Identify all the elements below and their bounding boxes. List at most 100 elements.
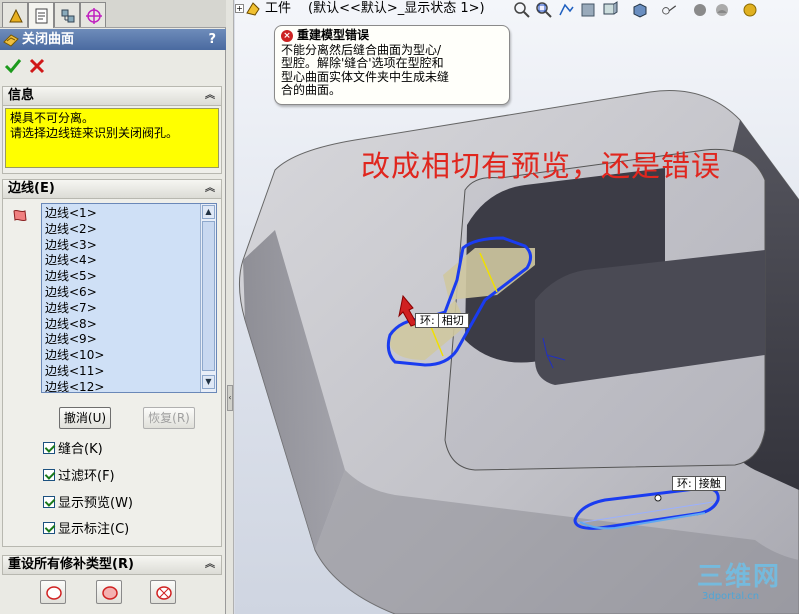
no-fill-patch-icon bbox=[156, 586, 172, 600]
edit-appearance-icon[interactable] bbox=[691, 1, 709, 19]
loop-label-value: 接触 bbox=[698, 477, 721, 490]
error-title: 重建模型错误 bbox=[297, 28, 370, 42]
checkbox-checked[interactable] bbox=[43, 469, 55, 481]
edge-list-item[interactable]: 边线<1> bbox=[45, 206, 104, 222]
feature-title-bar: 关闭曲面 ? bbox=[0, 29, 226, 50]
edge-list-item[interactable]: 边线<2> bbox=[45, 222, 104, 238]
edges-group-header[interactable]: 边线(E) ︽ bbox=[2, 179, 222, 199]
property-manager-panel: 关闭曲面 ? 信息 ︽ 模具不可分离。 请选择边线链来识别关闭阀孔。 边线(E)… bbox=[0, 0, 226, 614]
panel-splitter[interactable]: ‹ bbox=[226, 0, 234, 614]
edge-list-item[interactable]: 边线<9> bbox=[45, 332, 104, 348]
panel-tabs bbox=[0, 0, 226, 28]
tab-feature-manager[interactable] bbox=[2, 2, 28, 27]
edge-selection-list[interactable]: 边线<1> 边线<2> 边线<3> 边线<4> 边线<5> 边线<6> 边线<7> 边线<8>… bbox=[41, 203, 217, 393]
ok-cancel-bar bbox=[0, 51, 226, 81]
info-message: 模具不可分离。 请选择边线链来识别关闭阀孔。 bbox=[5, 108, 219, 168]
stitch-checkbox[interactable]: 缝合(K) bbox=[43, 441, 103, 459]
help-button[interactable]: ? bbox=[208, 29, 216, 50]
edge-list-item[interactable]: 边线<7> bbox=[45, 301, 104, 317]
patch-tangent-button[interactable] bbox=[96, 580, 122, 604]
info-group: 模具不可分离。 请选择边线链来识别关闭阀孔。 bbox=[2, 106, 222, 174]
reset-patch-types-header[interactable]: 重设所有修补类型(R) ︽ bbox=[2, 555, 222, 575]
edge-list-item[interactable]: 边线<11> bbox=[45, 364, 104, 380]
show-preview-label: 显示预览(W) bbox=[58, 496, 133, 511]
show-callouts-label: 显示标注(C) bbox=[58, 522, 130, 537]
filter-loops-checkbox[interactable]: 过滤环(F) bbox=[43, 468, 115, 486]
scroll-thumb[interactable] bbox=[202, 221, 215, 371]
checkbox-checked[interactable] bbox=[43, 496, 55, 508]
loop-label-key: 环: bbox=[420, 314, 435, 327]
contact-patch-icon bbox=[46, 586, 62, 600]
edge-list-item[interactable]: 边线<12> bbox=[45, 380, 104, 392]
part-icon bbox=[246, 2, 260, 16]
filter-loops-label: 过滤环(F) bbox=[58, 469, 115, 484]
watermark-url: 3dportal.cn bbox=[702, 591, 760, 602]
collapse-icon[interactable]: ︽ bbox=[205, 87, 215, 105]
scroll-down-icon[interactable]: ▼ bbox=[202, 375, 215, 389]
reset-patch-types-title: 重设所有修补类型(R) bbox=[8, 557, 134, 572]
edges-group-title: 边线(E) bbox=[8, 181, 55, 196]
section-view-icon[interactable] bbox=[579, 1, 597, 19]
view-orientation-icon[interactable] bbox=[601, 1, 619, 19]
info-message-text: 模具不可分离。 请选择边线链来识别关闭阀孔。 bbox=[10, 111, 179, 140]
loop-label-value: 相切 bbox=[441, 314, 464, 327]
info-group-header[interactable]: 信息 ︽ bbox=[2, 86, 222, 106]
edges-group: 边线<1> 边线<2> 边线<3> 边线<4> 边线<5> 边线<6> 边线<7> 边线<8>… bbox=[2, 199, 222, 547]
shut-off-surface-icon bbox=[3, 34, 19, 47]
cancel-x-icon[interactable] bbox=[28, 57, 46, 75]
tab-dim-xpert[interactable] bbox=[80, 2, 106, 27]
configuration-name: (默认<<默认>_显示状态 1>) bbox=[308, 1, 485, 16]
loop-tangent-label[interactable]: 环: 相切 bbox=[415, 313, 469, 328]
property-manager-icon bbox=[35, 8, 48, 24]
tab-property-manager[interactable] bbox=[28, 2, 54, 28]
edge-list-item[interactable]: 边线<6> bbox=[45, 285, 104, 301]
watermark-logo-text: 三维网 bbox=[697, 562, 782, 592]
crosshair-icon bbox=[86, 8, 102, 24]
zoom-to-area-icon[interactable] bbox=[535, 1, 553, 19]
tangent-patch-icon bbox=[102, 586, 118, 600]
previous-view-icon[interactable] bbox=[557, 1, 575, 19]
splitter-collapse-icon[interactable]: ‹ bbox=[227, 385, 233, 411]
edge-list-item[interactable]: 边线<5> bbox=[45, 269, 104, 285]
edge-list-item[interactable]: 边线<10> bbox=[45, 348, 104, 364]
apply-scene-icon[interactable] bbox=[713, 1, 731, 19]
redo-button[interactable]: 恢复(R) bbox=[143, 407, 195, 429]
tab-configuration-manager[interactable] bbox=[54, 2, 80, 27]
undo-button[interactable]: 撤消(U) bbox=[59, 407, 111, 429]
part-name[interactable]: 工件 bbox=[265, 0, 291, 18]
edge-list-item[interactable]: 边线<8> bbox=[45, 317, 104, 333]
loop-label-key: 环: bbox=[677, 477, 692, 490]
zoom-to-fit-icon[interactable] bbox=[513, 1, 531, 19]
show-callouts-checkbox[interactable]: 显示标注(C) bbox=[43, 521, 129, 539]
patch-contact-button[interactable] bbox=[40, 580, 66, 604]
graphics-area[interactable]: + 工件 (默认<<默认>_显示状态 1>) × 重建模型错误 不能分离然后缝合曲… bbox=[235, 0, 799, 614]
rebuild-error-callout: × 重建模型错误 不能分离然后缝合曲面为型心/ 型腔。解除'缝合'选项在型腔和 型… bbox=[274, 25, 510, 105]
collapse-icon[interactable]: ︽ bbox=[205, 556, 215, 574]
checkbox-checked[interactable] bbox=[43, 522, 55, 534]
edge-selection-icon bbox=[13, 209, 27, 222]
scroll-up-icon[interactable]: ▲ bbox=[202, 205, 215, 219]
error-icon: × bbox=[281, 30, 293, 42]
edge-list-item[interactable]: 边线<4> bbox=[45, 253, 104, 269]
configuration-icon bbox=[61, 9, 75, 23]
feature-title: 关闭曲面 bbox=[22, 32, 75, 47]
checkbox-checked[interactable] bbox=[43, 442, 55, 454]
display-style-icon[interactable] bbox=[631, 1, 649, 19]
patch-none-button[interactable] bbox=[150, 580, 176, 604]
info-group-title: 信息 bbox=[8, 88, 35, 103]
loop-contact-label[interactable]: 环: 接触 bbox=[672, 476, 726, 491]
collapse-icon[interactable]: ︽ bbox=[205, 180, 215, 198]
edge-list-items: 边线<1> 边线<2> 边线<3> 边线<4> 边线<5> 边线<6> 边线<7> 边线<8>… bbox=[45, 206, 104, 392]
ok-check-icon[interactable] bbox=[4, 57, 22, 75]
feature-tree-icon bbox=[9, 8, 23, 23]
edge-list-item[interactable]: 边线<3> bbox=[45, 238, 104, 254]
site-watermark: 三维网 3dportal.cn bbox=[697, 563, 797, 602]
user-annotation: 改成相切有预览，还是错误 bbox=[361, 149, 722, 183]
show-preview-checkbox[interactable]: 显示预览(W) bbox=[43, 495, 133, 513]
expand-icon[interactable]: + bbox=[235, 4, 244, 13]
edge-list-scrollbar[interactable]: ▲ ▼ bbox=[200, 204, 216, 392]
hide-show-items-icon[interactable] bbox=[661, 1, 679, 19]
error-message: 不能分离然后缝合曲面为型心/ 型腔。解除'缝合'选项在型腔和 型心曲面实体文件夹… bbox=[281, 42, 450, 97]
view-settings-icon[interactable] bbox=[741, 1, 759, 19]
stitch-label: 缝合(K) bbox=[58, 442, 103, 457]
